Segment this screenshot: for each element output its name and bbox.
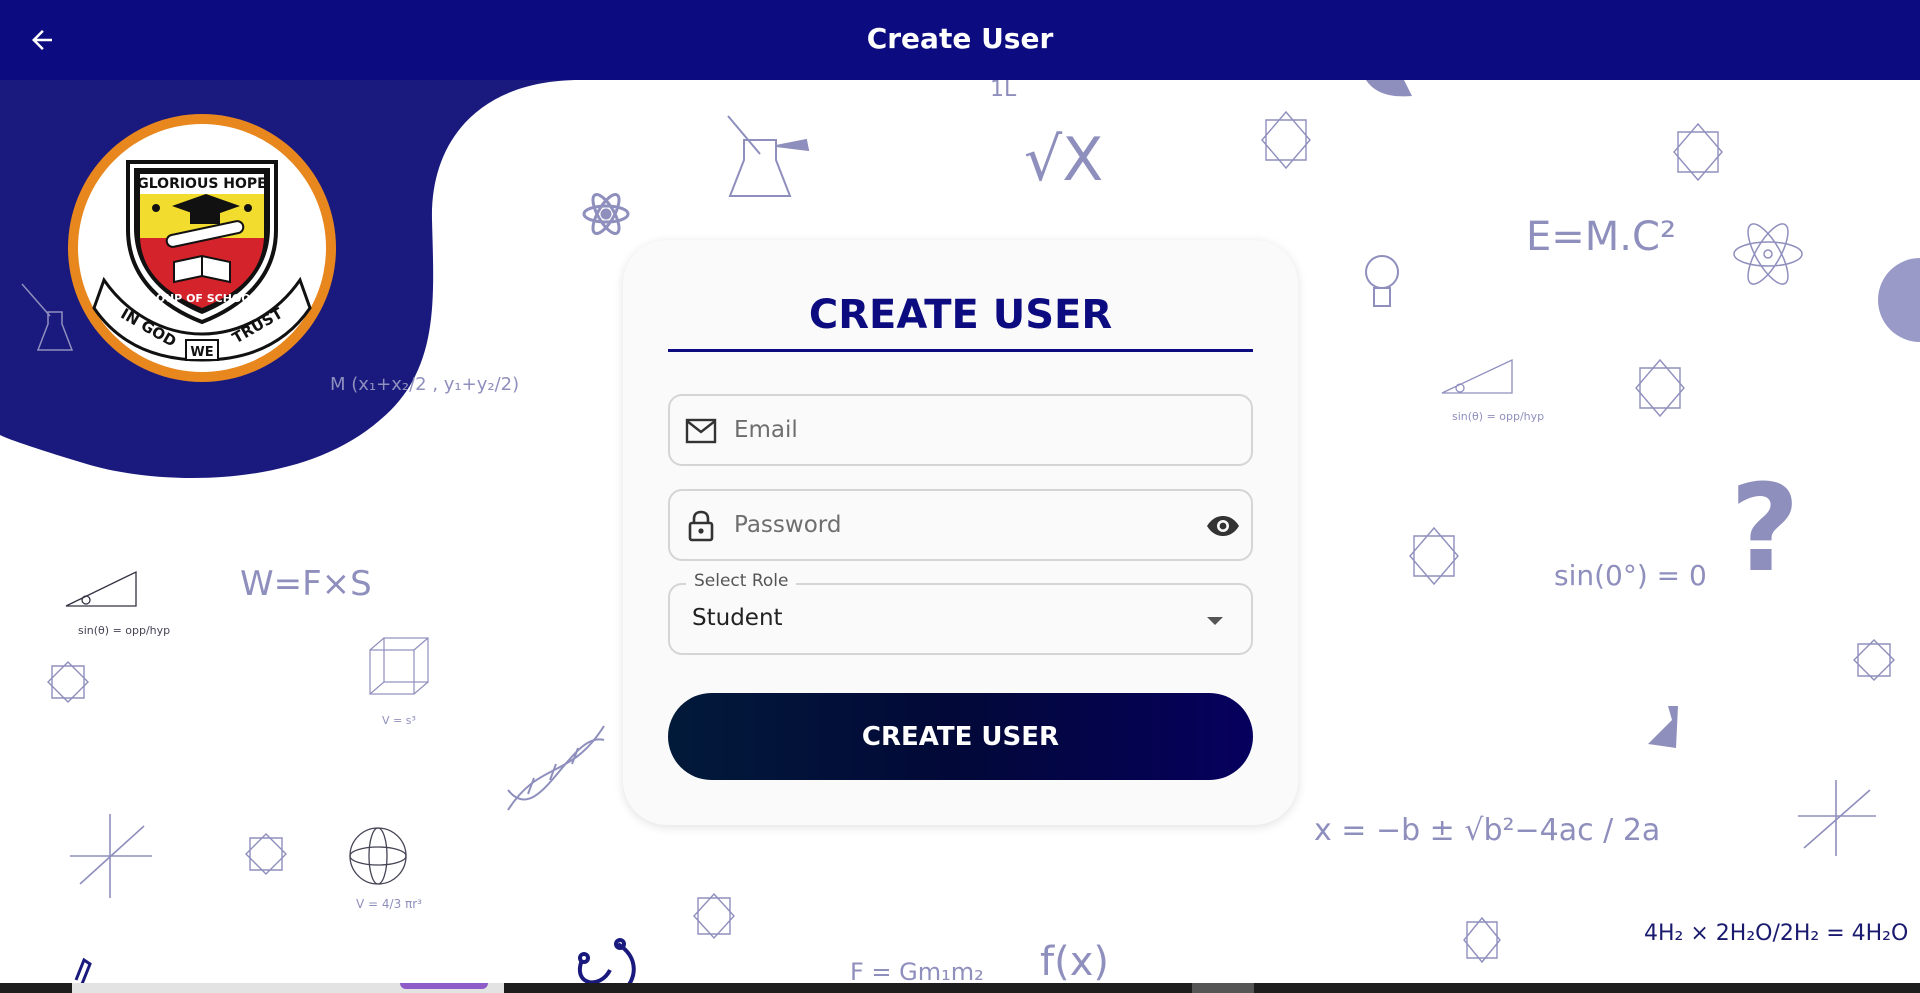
formula-sin-zero: sin(0°) = 0 xyxy=(1554,559,1707,592)
cube-doodle xyxy=(369,637,429,695)
toggle-password-visibility-button[interactable] xyxy=(1205,509,1241,543)
bottom-taskbar xyxy=(0,983,1920,993)
title-underline xyxy=(668,349,1253,352)
formula-sin-theta-right: sin(θ) = opp/hyp xyxy=(1452,410,1544,423)
lock-icon xyxy=(684,509,718,543)
school-logo: GLORIOUS HOPE IN GOD WE TRUST GROUP OF S… xyxy=(68,114,336,382)
axes-doodle-right xyxy=(1798,780,1876,856)
logo-motto-center: WE xyxy=(190,345,213,360)
email-field[interactable] xyxy=(668,394,1253,466)
flask-doodle-top xyxy=(727,115,810,197)
eye-icon xyxy=(1207,516,1239,536)
form-title: CREATE USER xyxy=(808,292,1113,338)
app-bar: Create User xyxy=(0,0,1920,80)
caret-down-icon xyxy=(1207,617,1223,625)
role-select-value: Student xyxy=(692,605,783,631)
formula-cube-volume: V = s³ xyxy=(382,714,416,727)
mail-icon xyxy=(684,414,718,448)
formula-quadratic: x = −b ± √b²−4ac / 2a xyxy=(1314,813,1660,848)
password-field[interactable] xyxy=(668,489,1253,561)
formula-1l: 1L xyxy=(990,80,1017,102)
question-mark-doodle: ? xyxy=(1730,460,1800,599)
password-input[interactable] xyxy=(734,491,1174,559)
stethoscope-doodle xyxy=(578,938,636,983)
top-partial-shape xyxy=(1366,80,1412,97)
formula-gravity: F = Gm₁m₂ xyxy=(850,958,984,983)
atom-doodle-right xyxy=(1733,223,1803,285)
formula-sphere-volume: V = 4/3 πr³ xyxy=(356,897,422,911)
role-select[interactable]: Select Role Student xyxy=(668,571,1253,655)
formula-work: W=F×S xyxy=(240,564,372,604)
right-edge-circle xyxy=(1878,258,1920,342)
formula-emc2: E=M.C² xyxy=(1526,214,1676,260)
axes-doodle-left xyxy=(70,814,152,898)
flask-doodle-right xyxy=(1648,706,1678,748)
create-user-button[interactable]: CREATE USER xyxy=(668,693,1253,780)
formula-water: 4H₂ × 2H₂O/2H₂ = 4H₂O xyxy=(1644,921,1908,946)
dna-doodle xyxy=(507,725,605,811)
rocket-doodle xyxy=(74,957,92,983)
formula-midpoint: M (x₁+x₂/2 , y₁+y₂/2) xyxy=(330,374,519,395)
role-select-label: Select Role xyxy=(686,571,797,591)
formula-sqrt-x: √X xyxy=(1024,125,1103,195)
triangle-doodle-right xyxy=(1441,358,1513,394)
formula-fx: f(x) xyxy=(1040,939,1109,983)
sphere-doodle xyxy=(349,827,407,885)
atom-doodle-left xyxy=(582,193,630,235)
taskbar-segment xyxy=(1192,983,1254,993)
create-user-card: CREATE USER Select Ro xyxy=(623,240,1298,825)
page-title: Create User xyxy=(866,22,1054,55)
logo-top-text: GLORIOUS HOPE xyxy=(137,176,266,192)
taskbar-accent xyxy=(400,983,488,989)
triangle-doodle-left xyxy=(65,570,137,607)
logo-band-text: GROUP OF SCHOOLS xyxy=(138,292,265,305)
formula-sin-theta-left: sin(θ) = opp/hyp xyxy=(78,624,170,637)
lightbulb-doodle xyxy=(1365,255,1399,307)
email-input[interactable] xyxy=(734,396,1174,464)
